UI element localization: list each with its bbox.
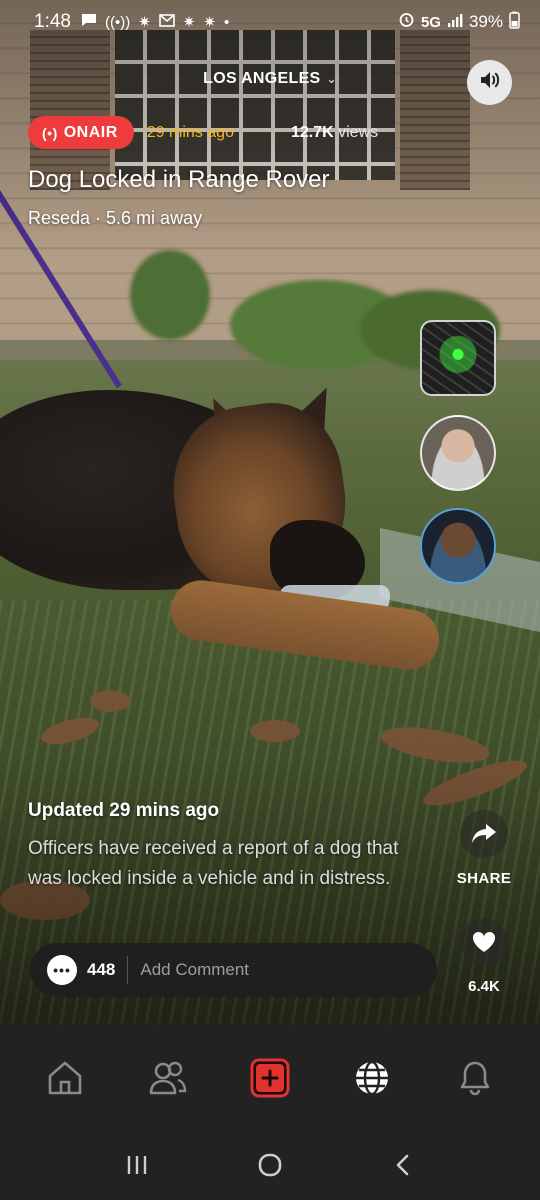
map-thumbnail[interactable] — [420, 320, 496, 396]
chevron-down-icon: ⌄ — [326, 72, 337, 86]
back-button[interactable] — [383, 1148, 423, 1188]
onair-label: ONAIR — [63, 123, 118, 141]
story-location: Reseda · 5.6 mi away — [28, 208, 203, 228]
story-meta: (•) ONAIR 29 mins ago 12.7K views — [28, 116, 378, 149]
location-selector[interactable]: LOS ANGELES ⌄ — [0, 70, 540, 88]
bush — [130, 250, 210, 340]
status-time: 1:48 — [34, 11, 71, 32]
share-icon — [460, 810, 508, 858]
contributor-avatar[interactable] — [420, 508, 496, 584]
globe-icon — [353, 1059, 391, 1102]
home-circle-icon — [257, 1152, 283, 1183]
nav-notifications[interactable] — [445, 1050, 505, 1110]
nav-friends[interactable] — [138, 1050, 198, 1110]
comment-count: 448 — [87, 960, 116, 979]
views-number: 12.7K — [290, 123, 334, 141]
broadcast-icon: ((•)) — [104, 13, 131, 31]
view-count: 12.7K views — [291, 124, 378, 142]
system-nav-bar — [0, 1135, 540, 1200]
dry-leaf — [90, 690, 130, 712]
like-count: 6.4K — [468, 978, 500, 995]
home-system-button[interactable] — [250, 1148, 290, 1188]
onair-badge: (•) ONAIR — [28, 116, 134, 149]
heart-icon — [460, 918, 508, 966]
dry-leaf — [250, 720, 300, 742]
share-label: SHARE — [456, 870, 512, 887]
share-button[interactable]: SHARE — [452, 810, 516, 887]
notification-icons: ((•)) ✷ ✷ ✷ • — [81, 13, 229, 31]
network-type: 5G — [420, 13, 441, 31]
signal-icon — [447, 12, 463, 32]
mail-icon — [158, 13, 175, 31]
add-comment-input[interactable]: Add Comment — [140, 960, 249, 980]
home-icon — [46, 1060, 84, 1101]
update-timestamp: Updated 29 mins ago — [28, 800, 220, 821]
story-title: Dog Locked in Range Rover — [28, 166, 330, 193]
nav-create[interactable] — [240, 1050, 300, 1110]
story-time-ago: 29 mins ago — [146, 123, 234, 141]
alarm-icon — [398, 11, 415, 33]
views-label: views — [338, 123, 379, 141]
comment-bar[interactable]: ••• 448 Add Comment — [30, 943, 437, 997]
comment-icon: ••• — [47, 955, 77, 985]
bottom-nav — [0, 1025, 540, 1135]
status-bar: 1:48 ((•)) ✷ ✷ ✷ • 5G 39% — [0, 0, 540, 44]
pinwheel-icon: ✷ — [138, 14, 151, 31]
pinwheel-icon: ✷ — [203, 14, 216, 31]
system-icons: 5G 39% — [398, 11, 520, 34]
recents-icon — [125, 1154, 149, 1181]
more-dot-icon: • — [223, 13, 230, 31]
bell-icon — [458, 1059, 492, 1102]
broadcast-icon: (•) — [42, 124, 58, 141]
nav-home[interactable] — [35, 1050, 95, 1110]
speaker-icon — [479, 70, 501, 95]
divider — [127, 956, 129, 984]
battery-icon — [509, 11, 520, 34]
people-icon — [148, 1060, 188, 1101]
contributor-avatar[interactable] — [420, 415, 496, 491]
nav-explore[interactable] — [342, 1050, 402, 1110]
update-description: Officers have received a report of a dog… — [28, 838, 399, 889]
plus-square-icon — [250, 1058, 290, 1103]
recent-apps-button[interactable] — [117, 1148, 157, 1188]
location-label: LOS ANGELES — [203, 70, 321, 87]
message-icon — [81, 13, 97, 31]
like-button[interactable]: 6.4K — [452, 918, 516, 995]
battery-percent: 39% — [468, 12, 503, 31]
sound-toggle-button[interactable] — [467, 60, 512, 105]
pinwheel-icon: ✷ — [182, 14, 196, 31]
back-arrow-icon — [394, 1153, 412, 1182]
